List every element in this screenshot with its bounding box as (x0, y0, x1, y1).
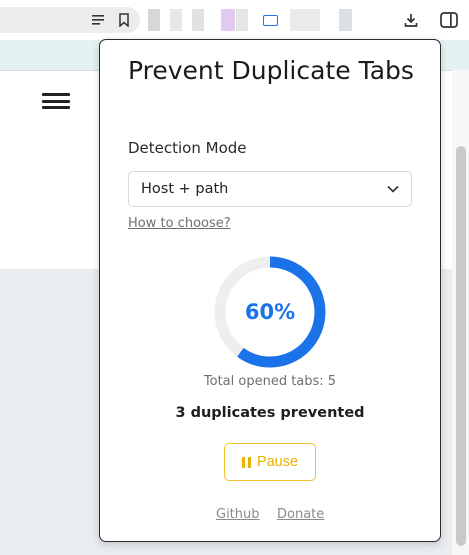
extension-icon[interactable] (170, 9, 182, 31)
menu-icon[interactable] (42, 93, 70, 109)
extension-popup: Prevent Duplicate Tabs Detection Mode Ho… (99, 39, 441, 542)
extension-icon[interactable] (339, 9, 352, 31)
duplicates-prevented: 3 duplicates prevented (175, 405, 365, 421)
popup-title: Prevent Duplicate Tabs (128, 56, 414, 85)
side-panel-icon[interactable] (438, 9, 460, 31)
total-opened-tabs: Total opened tabs: 5 (203, 374, 337, 389)
chevron-down-icon (387, 181, 399, 197)
download-icon[interactable] (400, 9, 422, 31)
gauge-percent-label: 60% (244, 300, 296, 324)
address-bar[interactable] (0, 7, 140, 33)
extension-icon[interactable] (192, 9, 204, 31)
how-to-choose-link[interactable]: How to choose? (128, 216, 231, 231)
pause-icon (241, 456, 251, 468)
detection-mode-label: Detection Mode (128, 139, 247, 157)
bookmark-icon[interactable] (116, 11, 132, 29)
detection-mode-value: Host + path (141, 181, 229, 197)
prevent-duplicate-tabs-extension-icon[interactable] (259, 9, 281, 31)
tab-search-icon[interactable] (90, 11, 106, 29)
detection-mode-select[interactable]: Host + path (128, 171, 412, 207)
pause-label: Pause (256, 454, 299, 470)
github-link[interactable]: Github (216, 507, 260, 522)
pause-button[interactable]: Pause (224, 443, 316, 481)
extension-icon[interactable] (236, 9, 248, 31)
scrollbar-thumb[interactable] (456, 146, 466, 546)
extension-icon[interactable] (148, 9, 160, 31)
extension-icon[interactable] (221, 9, 235, 31)
browser-toolbar (0, 0, 469, 40)
donate-link[interactable]: Donate (277, 507, 324, 522)
extension-icon[interactable] (290, 9, 320, 31)
